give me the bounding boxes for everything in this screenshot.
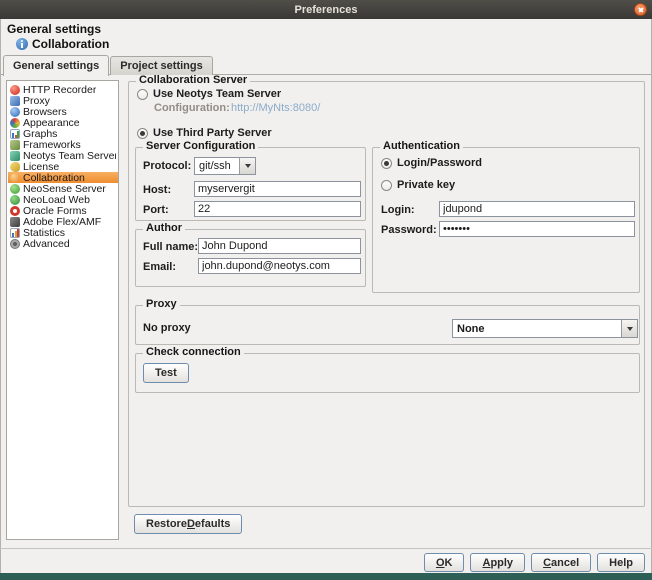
use-team-server-radio[interactable] — [137, 89, 148, 100]
author-group-title: Author — [143, 222, 185, 234]
help-button[interactable]: Help — [597, 553, 645, 572]
sidebar-item-collaboration[interactable]: Collaboration — [8, 172, 118, 183]
login-password-label: Login/Password — [397, 157, 482, 169]
restore-defaults-button[interactable]: Restore Defaults — [134, 514, 242, 534]
port-input[interactable] — [194, 201, 361, 217]
collaboration-server-group-title: Collaboration Server — [136, 74, 250, 86]
oracle-forms-icon — [10, 206, 20, 216]
sidebar-item-http-recorder[interactable]: HTTP Recorder — [8, 84, 118, 95]
authentication-group: Authentication Login/Password Private ke… — [372, 147, 640, 293]
tab-project-settings[interactable]: Project settings — [110, 56, 213, 75]
sidebar-item-browsers[interactable]: Browsers — [8, 106, 118, 117]
appearance-icon — [10, 118, 20, 128]
titlebar[interactable]: Preferences — [0, 0, 652, 19]
cancel-button[interactable]: Cancel — [531, 553, 591, 572]
authentication-group-title: Authentication — [380, 140, 463, 152]
configuration-label: Configuration: — [154, 102, 230, 114]
use-team-server-label: Use Neotys Team Server — [153, 88, 281, 100]
password-input[interactable] — [439, 221, 635, 237]
author-group: Author Full name: Email: — [135, 229, 366, 287]
protocol-select[interactable]: git/ssh — [194, 157, 256, 175]
sidebar-item-neosense-server[interactable]: NeoSense Server — [8, 183, 118, 194]
close-icon[interactable] — [634, 3, 647, 16]
check-connection-group-title: Check connection — [143, 346, 244, 358]
ok-button[interactable]: OK — [424, 553, 465, 572]
login-password-radio[interactable] — [381, 158, 392, 169]
port-label: Port: — [143, 204, 169, 216]
login-label: Login: — [381, 204, 415, 216]
sidebar-item-statistics[interactable]: Statistics — [8, 227, 118, 238]
dialog-footer: OK Apply Cancel Help — [0, 548, 652, 574]
protocol-label: Protocol: — [143, 160, 191, 172]
host-input[interactable] — [194, 181, 361, 197]
sidebar-item-advanced[interactable]: Advanced — [8, 238, 118, 249]
sidebar-item-oracle-forms[interactable]: Oracle Forms — [8, 205, 118, 216]
host-label: Host: — [143, 184, 171, 196]
private-key-label: Private key — [397, 179, 455, 191]
http-recorder-icon — [10, 85, 20, 95]
server-configuration-group: Server Configuration Protocol: git/ssh H… — [135, 147, 366, 221]
proxy-icon — [10, 96, 20, 106]
proxy-group: Proxy No proxy None — [135, 305, 640, 345]
email-input[interactable] — [198, 258, 361, 274]
proxy-mode-label: No proxy — [143, 322, 191, 334]
full-name-input[interactable] — [198, 238, 361, 254]
private-key-radio[interactable] — [381, 180, 392, 191]
protocol-dropdown-arrow-icon[interactable] — [239, 158, 255, 174]
use-third-party-radio[interactable] — [137, 128, 148, 139]
settings-section-title: General settings — [7, 22, 101, 36]
proxy-dropdown-arrow-icon[interactable] — [621, 320, 637, 337]
use-third-party-label: Use Third Party Server — [153, 127, 272, 139]
server-configuration-group-title: Server Configuration — [143, 140, 258, 152]
apply-button[interactable]: Apply — [470, 553, 525, 572]
full-name-label: Full name: — [143, 241, 198, 253]
frameworks-icon — [10, 140, 20, 150]
team-server-icon — [10, 151, 20, 161]
sidebar-item-neotys-team-server[interactable]: Neotys Team Server — [8, 150, 118, 161]
check-connection-group: Check connection Test — [135, 353, 640, 393]
browsers-icon — [10, 107, 20, 117]
advanced-icon — [10, 239, 20, 249]
protocol-value: git/ssh — [195, 158, 239, 174]
password-label: Password: — [381, 224, 437, 236]
sidebar-item-license[interactable]: License — [8, 161, 118, 172]
statistics-icon — [10, 228, 20, 238]
sidebar-item-neoload-web[interactable]: NeoLoad Web — [8, 194, 118, 205]
sidebar-item-proxy[interactable]: Proxy — [8, 95, 118, 106]
preferences-window: Preferences General settings Collaborati… — [0, 0, 652, 580]
neoload-web-icon — [10, 195, 20, 205]
settings-subsection-title: Collaboration — [32, 37, 109, 51]
proxy-selected-value: None — [453, 320, 621, 337]
sidebar-item-appearance[interactable]: Appearance — [8, 117, 118, 128]
tab-bar: General settings Project settings — [3, 55, 214, 75]
neosense-icon — [10, 184, 20, 194]
collaboration-icon — [10, 173, 20, 183]
flex-amf-icon — [10, 217, 20, 227]
login-input[interactable] — [439, 201, 635, 217]
sidebar-item-frameworks[interactable]: Frameworks — [8, 139, 118, 150]
email-label: Email: — [143, 261, 176, 273]
sidebar-item-graphs[interactable]: Graphs — [8, 128, 118, 139]
license-icon — [10, 162, 20, 172]
collaboration-server-group: Collaboration Server Use Neotys Team Ser… — [128, 81, 645, 507]
settings-category-list: HTTP Recorder Proxy Browsers Appearance … — [6, 80, 119, 540]
test-button[interactable]: Test — [143, 363, 189, 383]
window-title: Preferences — [295, 4, 358, 16]
settings-subsection: Collaboration — [16, 37, 109, 51]
graphs-icon — [10, 129, 20, 139]
proxy-select[interactable]: None — [452, 319, 638, 338]
taskbar — [0, 573, 652, 580]
info-icon — [16, 38, 28, 50]
configuration-url-link: http://MyNts:8080/ — [231, 102, 320, 114]
tab-general-settings[interactable]: General settings — [3, 55, 109, 76]
sidebar-item-adobe-flex-amf[interactable]: Adobe Flex/AMF — [8, 216, 118, 227]
proxy-group-title: Proxy — [143, 298, 180, 310]
